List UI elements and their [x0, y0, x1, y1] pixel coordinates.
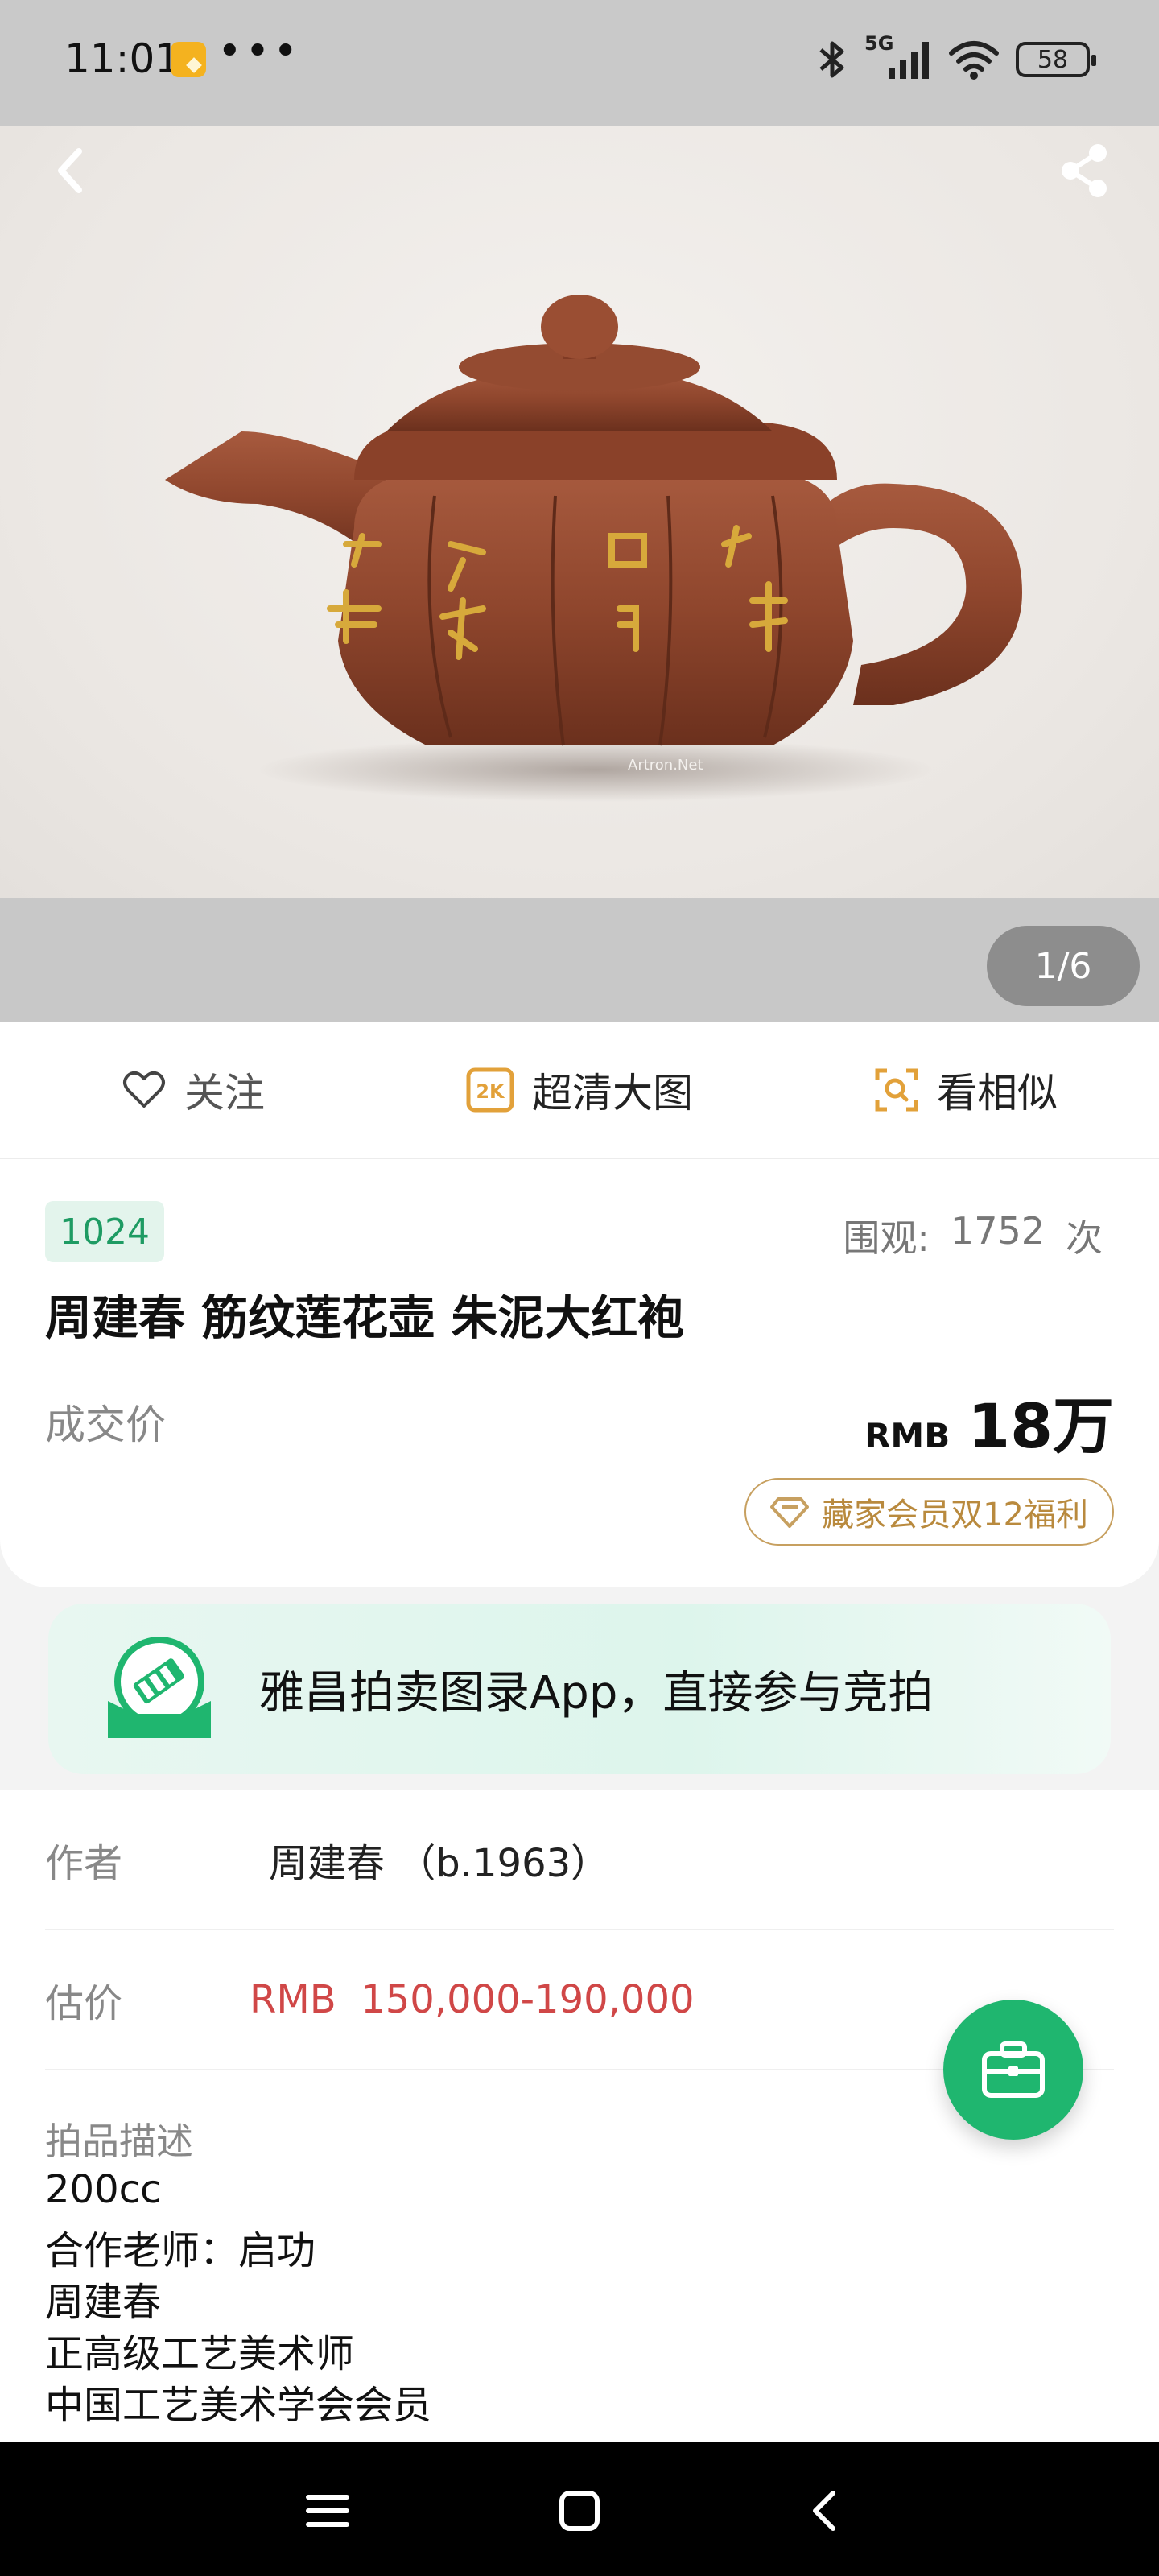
follow-label: 关注 [184, 1070, 265, 1117]
views-unit: 次 [1066, 1216, 1103, 1260]
description-line: 正高级工艺美术师 [45, 2331, 355, 2376]
view-count: 围观: 1752 次 [843, 1209, 1103, 1262]
system-back-button[interactable] [789, 2475, 861, 2547]
description-line: 合作老师：启功 [45, 2228, 316, 2273]
auction-app-logo [108, 1637, 211, 1738]
estimate-key: 估价 [45, 1981, 123, 2026]
find-similar-label: 看相似 [937, 1070, 1058, 1117]
bluetooth-icon [819, 41, 844, 78]
system-nav-bar [0, 2442, 1159, 2576]
cellular-signal-icon: 5G [864, 32, 932, 82]
action-bar: 关注 2K 超清大图 看相似 [0, 1022, 1159, 1159]
back-arrow-icon [813, 2491, 835, 2531]
battery-icon: 58 [1016, 42, 1096, 77]
more-notifications-icon: ••• [217, 27, 302, 76]
briefcase-icon [982, 2041, 1045, 2098]
author-row: 作者 周建春 （b.1963） [45, 1790, 1114, 1930]
home-square-icon [559, 2491, 600, 2531]
lot-info-card: 1024 围观: 1752 次 周建春 筋纹莲花壶 朱泥大红袍 成交价 RMB … [0, 1159, 1159, 1587]
status-time: 11:01 [64, 35, 181, 82]
teapot-illustration: Artron.Net [165, 295, 1022, 802]
share-button[interactable] [1053, 138, 1117, 203]
hd-image-button[interactable]: 2K 超清大图 [386, 1061, 773, 1119]
lot-number-badge: 1024 [45, 1201, 164, 1262]
diamond-icon [770, 1497, 810, 1528]
heart-icon [123, 1071, 165, 1108]
product-image[interactable]: Artron.Net [0, 126, 1159, 898]
find-similar-button[interactable]: 看相似 [773, 1061, 1159, 1119]
gallery-footer [0, 898, 1159, 1022]
description-line: 200cc [45, 2167, 162, 2212]
status-icons: 5G 58 [816, 32, 1096, 84]
watermark-text: Artron.Net [628, 757, 703, 774]
deal-price-label: 成交价 [45, 1402, 166, 1448]
views-label: 围观: [843, 1216, 930, 1260]
app-promo-banner[interactable]: 雅昌拍卖图录App，直接参与竞拍 [48, 1604, 1111, 1774]
back-button[interactable] [42, 138, 106, 203]
author-key: 作者 [45, 1841, 123, 1886]
app-promo-text: 雅昌拍卖图录App，直接参与竞拍 [259, 1666, 934, 1719]
share-icon [1062, 144, 1107, 197]
vip-promo-label: 藏家会员双12福利 [822, 1496, 1088, 1534]
svg-text:2K: 2K [476, 1080, 505, 1103]
notes-app-icon [171, 42, 206, 77]
views-count: 1752 [950, 1209, 1045, 1253]
estimate-value: RMB 150,000-190,000 [250, 1977, 695, 2022]
home-button[interactable] [543, 2475, 616, 2547]
deal-price: RMB 18万 [864, 1377, 1114, 1465]
scan-search-icon [875, 1068, 918, 1112]
hd-image-label: 超清大图 [532, 1070, 693, 1117]
chevron-left-icon [58, 148, 82, 193]
price-value: 18万 [967, 1390, 1114, 1462]
vip-promo-button[interactable]: 藏家会员双12福利 [744, 1478, 1114, 1546]
follow-button[interactable]: 关注 [0, 1061, 386, 1119]
briefcase-fab-button[interactable] [943, 2000, 1083, 2140]
price-currency: RMB [864, 1416, 951, 1455]
wifi-icon [949, 41, 999, 80]
description-line: 中国工艺美术学会会员 [45, 2383, 432, 2428]
image-pager: 1/6 [987, 926, 1140, 1006]
hd-2k-icon: 2K [466, 1067, 514, 1113]
recent-apps-button[interactable] [291, 2475, 364, 2547]
menu-icon [306, 2495, 349, 2527]
author-value[interactable]: 周建春 （b.1963） [269, 1831, 609, 1888]
description-line: 周建春 [45, 2280, 162, 2325]
description-title: 拍品描述 [45, 2120, 193, 2163]
status-bar: 11:01 ••• 5G 58 [0, 0, 1159, 126]
lot-title: 周建春 筋纹莲花壶 朱泥大红袍 [45, 1290, 685, 1345]
